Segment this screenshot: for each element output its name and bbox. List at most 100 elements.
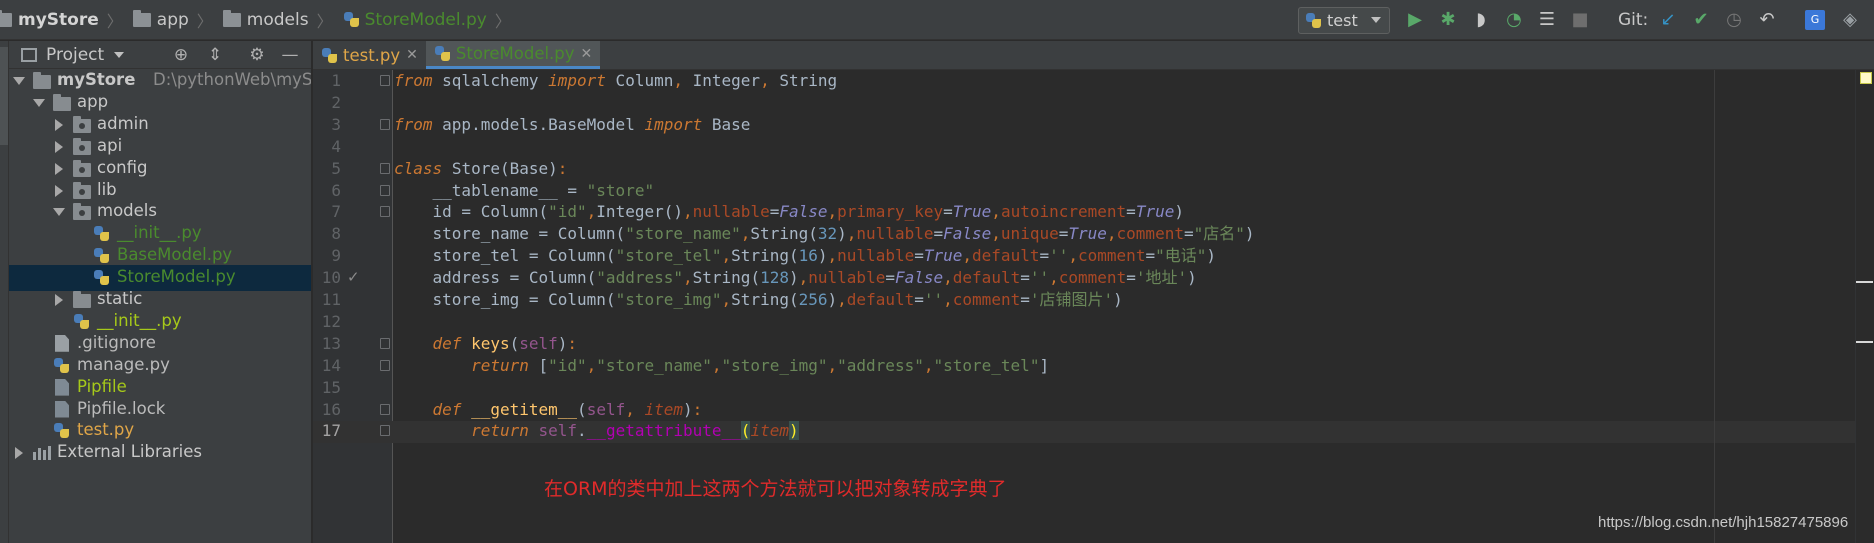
code-token: address = Column(	[394, 268, 597, 288]
code-token: Store	[451, 158, 500, 178]
code-line[interactable]: from app.models.BaseModel import Base	[394, 114, 750, 136]
chevron-down-icon[interactable]	[53, 208, 65, 217]
stripe-marker[interactable]	[1856, 341, 1873, 343]
debug-icon[interactable]: ✱	[1438, 10, 1458, 30]
code-token: )	[837, 224, 847, 244]
breadcrumb-project[interactable]: myStore 〉	[0, 0, 133, 40]
code-line[interactable]: address = Column("address",String(128),n…	[394, 267, 1197, 289]
code-token: def	[432, 399, 462, 419]
fold-marker-icon[interactable]	[380, 162, 390, 174]
code-token: (	[509, 333, 520, 353]
fold-marker-icon[interactable]	[380, 337, 390, 349]
fold-marker-icon[interactable]	[380, 118, 390, 130]
line-number: 14	[321, 355, 341, 375]
code-line[interactable]: class Store(Base):	[394, 158, 567, 180]
tab-storemodel-py[interactable]: StoreModel.py ✕	[425, 41, 601, 69]
fold-marker-icon[interactable]	[380, 75, 390, 86]
chevron-right-icon: 〉	[494, 11, 511, 31]
code-token: ,	[1106, 224, 1117, 244]
run-list-icon[interactable]: ☰	[1537, 10, 1557, 30]
chevron-right-icon[interactable]	[55, 162, 63, 175]
breadcrumb-models-label: models	[246, 9, 309, 30]
vcs-commit-icon[interactable]: ✔	[1691, 10, 1711, 30]
fold-marker-icon[interactable]	[380, 184, 390, 196]
code-token: =	[769, 202, 780, 222]
project-tool-tab[interactable]	[0, 47, 8, 145]
file-icon	[55, 400, 69, 418]
code-token: )	[788, 421, 799, 441]
profile-icon[interactable]: ◔	[1504, 10, 1524, 30]
fold-marker-icon[interactable]	[380, 359, 390, 371]
chevron-right-icon[interactable]	[55, 118, 63, 131]
stop-icon[interactable]: ■	[1570, 10, 1590, 30]
code-token: String(	[692, 268, 761, 288]
code-token: True	[952, 202, 992, 222]
breadcrumb-file[interactable]: StoreModel.py 〉	[343, 0, 521, 40]
code-line[interactable]: store_name = Column("store_name",String(…	[394, 223, 1255, 245]
collapse-all-icon[interactable]: ⇕	[205, 45, 225, 65]
code-line[interactable]: from sqlalchemy import Column, Integer, …	[394, 70, 837, 92]
breadcrumb-project-label: myStore	[18, 9, 99, 30]
minimize-icon[interactable]: —	[280, 45, 300, 65]
chevron-right-icon[interactable]	[55, 184, 63, 197]
code-token: ,	[586, 355, 597, 375]
code-line[interactable]: store_img = Column("store_img",String(25…	[394, 289, 1123, 311]
run-icon[interactable]: ▶	[1405, 10, 1425, 30]
code-token: "store_tel"	[933, 355, 1040, 375]
vcs-update-icon[interactable]: ↙	[1658, 10, 1678, 30]
tree-item-external-libraries[interactable]: External Libraries	[9, 440, 311, 466]
code-line[interactable]: def __getitem__(self, item):	[394, 399, 703, 421]
tree-item-label: Pipfile	[77, 376, 127, 396]
code-token: item	[750, 421, 789, 441]
code-token: id = Column(	[394, 202, 549, 222]
history-icon[interactable]: ◷	[1724, 10, 1744, 30]
chevron-right-icon[interactable]	[15, 447, 23, 460]
code-token: ''	[1029, 268, 1050, 288]
close-icon[interactable]: ✕	[406, 47, 418, 63]
breadcrumb-app[interactable]: app 〉	[132, 0, 223, 40]
inspection-status-icon[interactable]	[1860, 72, 1872, 84]
code-token: =	[885, 268, 895, 288]
project-icon	[21, 47, 37, 62]
fold-marker-icon[interactable]	[380, 403, 390, 415]
code-line[interactable]: __tablename__ = "store"	[394, 180, 655, 202]
fold-marker-icon[interactable]	[380, 206, 390, 218]
code-line[interactable]: store_tel = Column("store_tel",String(16…	[394, 245, 1216, 267]
chevron-right-icon[interactable]	[55, 294, 63, 306]
tool-icon[interactable]: ◈	[1840, 10, 1860, 30]
fold-marker-icon[interactable]	[380, 425, 390, 437]
project-panel-title[interactable]: Project	[46, 45, 104, 65]
code-token: ,	[721, 246, 732, 266]
python-file-icon	[53, 357, 70, 374]
stripe-marker[interactable]	[1856, 281, 1873, 283]
code-line[interactable]: def keys(self):	[394, 333, 578, 355]
gear-icon[interactable]: ⚙	[247, 45, 267, 65]
chevron-down-icon[interactable]	[33, 98, 45, 107]
chevron-right-icon[interactable]	[55, 140, 63, 153]
translate-icon[interactable]: G	[1805, 10, 1825, 30]
tree-item-label: app	[77, 91, 109, 111]
annotation-text: 在ORM的类中加上这两个方法就可以把对象转成字典了	[544, 478, 1007, 500]
run-configuration-select[interactable]: test	[1298, 7, 1390, 34]
crosshair-icon[interactable]: ⊕	[171, 45, 191, 65]
code-line[interactable]: return self.__getattribute__(item)	[394, 420, 799, 442]
tool-window-strip	[0, 41, 9, 543]
coverage-icon[interactable]: ◗	[1471, 10, 1491, 30]
code-line[interactable]: return ["id","store_name","store_img","a…	[394, 355, 1049, 377]
chevron-down-icon[interactable]	[114, 51, 125, 58]
code-token: 32	[817, 224, 838, 244]
tree-item-label: .gitignore	[77, 332, 156, 352]
tab-test-py[interactable]: test.py ✕	[313, 41, 426, 69]
code-line[interactable]: id = Column("id",Integer(),nullable=Fals…	[394, 201, 1184, 223]
error-stripe[interactable]	[1855, 70, 1874, 543]
code-token: "id"	[548, 202, 587, 222]
close-icon[interactable]: ✕	[581, 46, 593, 62]
python-file-icon	[343, 11, 360, 28]
code-token: comment	[952, 290, 1021, 309]
code-token: =	[1020, 268, 1030, 288]
chevron-down-icon[interactable]	[13, 77, 25, 85]
line-number: 6	[331, 180, 341, 200]
revert-icon[interactable]: ↶	[1757, 10, 1777, 30]
breadcrumb-models[interactable]: models 〉	[222, 0, 343, 40]
